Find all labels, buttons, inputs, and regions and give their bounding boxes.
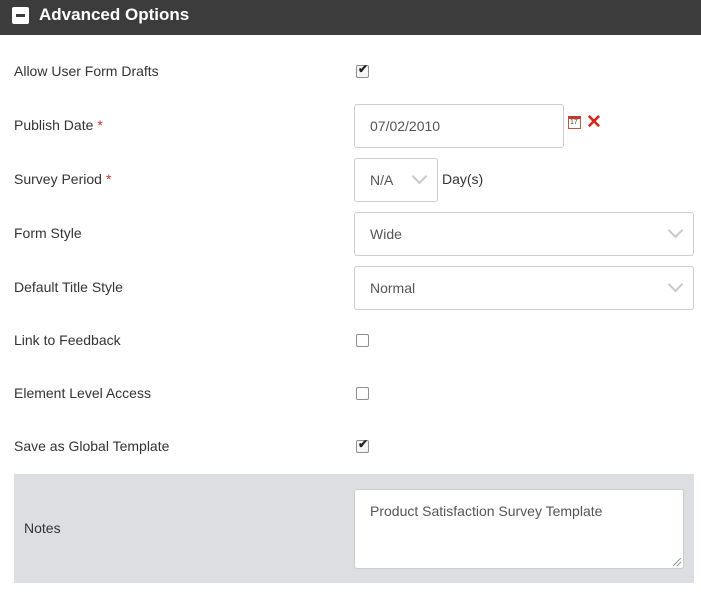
title-style-value: Normal [370, 280, 416, 296]
survey-period-unit: Day(s) [442, 171, 484, 187]
publish-date-label: Publish Date * [14, 117, 103, 133]
check-icon: ✔ [358, 62, 369, 76]
publish-date-value: 07/02/2010 [370, 118, 441, 134]
resize-handle-icon[interactable] [673, 558, 681, 566]
calendar-icon[interactable]: 17 [568, 116, 581, 129]
survey-period-select[interactable]: N/A [354, 158, 438, 202]
element-access-label: Element Level Access [14, 385, 151, 401]
element-access-checkbox[interactable] [356, 387, 369, 400]
advanced-options-header[interactable]: Advanced Options [0, 0, 701, 35]
global-template-label: Save as Global Template [14, 438, 170, 454]
notes-label: Notes [24, 520, 61, 536]
survey-period-value: N/A [370, 172, 394, 188]
global-template-checkbox[interactable]: ✔ [356, 437, 369, 453]
form-style-select[interactable]: Wide [354, 212, 694, 256]
title-style-label: Default Title Style [14, 279, 123, 295]
section-title: Advanced Options [39, 5, 190, 24]
notes-value: Product Satisfaction Survey Template [370, 503, 603, 519]
link-feedback-checkbox[interactable] [356, 334, 369, 347]
chevron-down-icon [667, 222, 684, 239]
chevron-down-icon [667, 276, 684, 293]
link-feedback-label: Link to Feedback [14, 332, 121, 348]
clear-date-icon[interactable]: ✕ [586, 111, 602, 135]
required-marker: * [105, 171, 112, 187]
chevron-down-icon [411, 168, 428, 185]
publish-date-input[interactable]: 07/02/2010 [354, 104, 564, 148]
notes-textarea[interactable]: Product Satisfaction Survey Template [354, 489, 684, 569]
check-icon: ✔ [358, 437, 369, 451]
allow-drafts-label: Allow User Form Drafts [14, 63, 159, 79]
survey-period-label: Survey Period * [14, 171, 112, 187]
form-style-value: Wide [370, 226, 402, 242]
allow-drafts-checkbox[interactable]: ✔ [356, 62, 369, 78]
title-style-select[interactable]: Normal [354, 266, 694, 310]
required-marker: * [97, 117, 103, 133]
form-style-label: Form Style [14, 225, 82, 241]
collapse-icon[interactable] [12, 7, 29, 24]
